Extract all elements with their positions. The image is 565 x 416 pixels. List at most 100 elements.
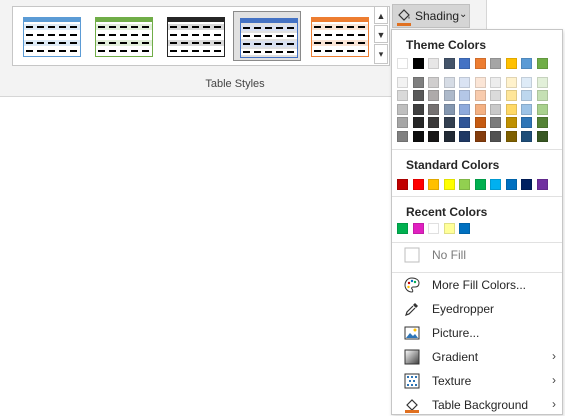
theme-color-swatch[interactable] [397, 103, 408, 115]
theme-color-swatch[interactable] [412, 117, 424, 128]
theme-color-swatch[interactable] [459, 117, 470, 128]
theme-color-swatch[interactable] [412, 76, 424, 88]
theme-color-swatch[interactable] [443, 117, 455, 128]
standard-color-swatch[interactable] [412, 179, 424, 190]
theme-color-swatch[interactable] [474, 117, 486, 128]
gallery-scroll-down-button[interactable]: ▼ [374, 25, 388, 43]
theme-color-swatch[interactable] [505, 103, 517, 115]
theme-color-swatch[interactable] [505, 76, 517, 88]
theme-color-swatch[interactable] [397, 76, 408, 88]
theme-color-swatch[interactable] [490, 103, 501, 115]
theme-color-swatch[interactable] [459, 90, 470, 101]
menu-item-no-fill[interactable]: No Fill [398, 244, 560, 266]
theme-color-swatch[interactable] [474, 58, 486, 69]
theme-color-swatch[interactable] [474, 90, 486, 101]
theme-color-swatch[interactable] [428, 58, 439, 69]
theme-color-swatch[interactable] [428, 103, 439, 115]
theme-color-swatch[interactable] [536, 103, 548, 115]
standard-color-swatch[interactable] [490, 179, 501, 190]
theme-color-swatch[interactable] [536, 58, 548, 69]
theme-color-swatch[interactable] [474, 103, 486, 115]
menu-item-texture[interactable]: Texture › [398, 370, 560, 392]
table-style-blue[interactable] [17, 11, 85, 61]
shading-button[interactable]: Shading ⌄ [392, 4, 470, 28]
theme-color-swatch[interactable] [397, 117, 408, 128]
theme-color-swatch[interactable] [443, 58, 455, 69]
theme-color-swatch[interactable] [474, 130, 486, 142]
table-style-preview [95, 17, 153, 57]
theme-color-swatch[interactable] [536, 117, 548, 128]
theme-color-swatch[interactable] [521, 130, 532, 142]
recent-color-swatch[interactable] [459, 223, 470, 234]
menu-item-eyedropper[interactable]: Eyedropper [398, 298, 560, 320]
theme-color-swatch[interactable] [521, 58, 532, 69]
table-style-orange[interactable] [305, 11, 373, 61]
theme-color-swatch[interactable] [490, 76, 501, 88]
standard-color-swatch[interactable] [428, 179, 439, 190]
separator [392, 149, 562, 150]
theme-color-swatch[interactable] [428, 90, 439, 101]
theme-color-swatch[interactable] [536, 130, 548, 142]
theme-color-swatch[interactable] [490, 58, 501, 69]
theme-color-swatch[interactable] [474, 76, 486, 88]
theme-color-swatch[interactable] [490, 90, 501, 101]
theme-color-swatch[interactable] [443, 103, 455, 115]
gradient-icon [404, 349, 420, 365]
theme-color-swatch[interactable] [459, 58, 470, 69]
recent-color-swatch[interactable] [397, 223, 408, 234]
theme-color-swatch[interactable] [490, 130, 501, 142]
standard-color-swatch[interactable] [474, 179, 486, 190]
theme-color-swatch[interactable] [505, 58, 517, 69]
theme-color-swatch[interactable] [536, 76, 548, 88]
standard-color-swatch[interactable] [397, 179, 408, 190]
theme-color-swatch[interactable] [505, 117, 517, 128]
menu-item-label: No Fill [432, 248, 467, 262]
theme-color-swatch[interactable] [505, 90, 517, 101]
menu-item-gradient[interactable]: Gradient › [398, 346, 560, 368]
theme-color-swatch[interactable] [428, 130, 439, 142]
theme-color-swatch[interactable] [443, 76, 455, 88]
gallery-scroll-up-button[interactable]: ▲ [374, 6, 388, 24]
shading-color-bar [397, 23, 411, 26]
menu-item-more-fill-colors[interactable]: More Fill Colors... [398, 274, 560, 296]
theme-color-swatch[interactable] [412, 90, 424, 101]
theme-color-swatch[interactable] [521, 103, 532, 115]
recent-color-swatch[interactable] [428, 223, 439, 234]
standard-color-swatch[interactable] [505, 179, 517, 190]
gallery-more-button[interactable]: ▾ [374, 44, 388, 64]
theme-color-swatch[interactable] [412, 130, 424, 142]
theme-color-swatch[interactable] [536, 90, 548, 101]
menu-item-picture[interactable]: Picture... [398, 322, 560, 344]
theme-color-swatch[interactable] [521, 90, 532, 101]
table-style-black[interactable] [161, 11, 229, 61]
theme-color-swatch[interactable] [397, 58, 408, 69]
theme-color-swatch[interactable] [443, 90, 455, 101]
theme-color-swatch[interactable] [428, 76, 439, 88]
shading-dropdown-menu: Theme Colors Standard Colors Recent Colo… [391, 29, 563, 415]
theme-color-swatch[interactable] [443, 130, 455, 142]
table-style-green[interactable] [89, 11, 157, 61]
theme-color-swatch[interactable] [521, 117, 532, 128]
theme-color-swatch[interactable] [521, 76, 532, 88]
theme-color-swatch[interactable] [428, 117, 439, 128]
standard-color-swatch[interactable] [443, 179, 455, 190]
theme-color-swatch[interactable] [459, 103, 470, 115]
theme-color-swatch[interactable] [397, 130, 408, 142]
theme-color-swatch[interactable] [412, 58, 424, 69]
standard-color-swatch[interactable] [459, 179, 470, 190]
eyedropper-icon [404, 301, 420, 317]
theme-color-swatch[interactable] [412, 103, 424, 115]
recent-color-swatch[interactable] [443, 223, 455, 234]
theme-color-swatch[interactable] [397, 90, 408, 101]
theme-color-swatch[interactable] [459, 130, 470, 142]
table-styles-gallery[interactable] [12, 6, 390, 66]
recent-color-swatch[interactable] [412, 223, 424, 234]
theme-color-swatch[interactable] [459, 76, 470, 88]
standard-color-swatch[interactable] [521, 179, 532, 190]
theme-color-swatch[interactable] [505, 130, 517, 142]
table-style-blue-selected[interactable] [233, 11, 301, 61]
menu-item-table-background[interactable]: Table Background › [398, 394, 560, 416]
standard-color-swatch[interactable] [536, 179, 548, 190]
theme-color-swatch[interactable] [490, 117, 501, 128]
table-style-preview [311, 17, 369, 57]
